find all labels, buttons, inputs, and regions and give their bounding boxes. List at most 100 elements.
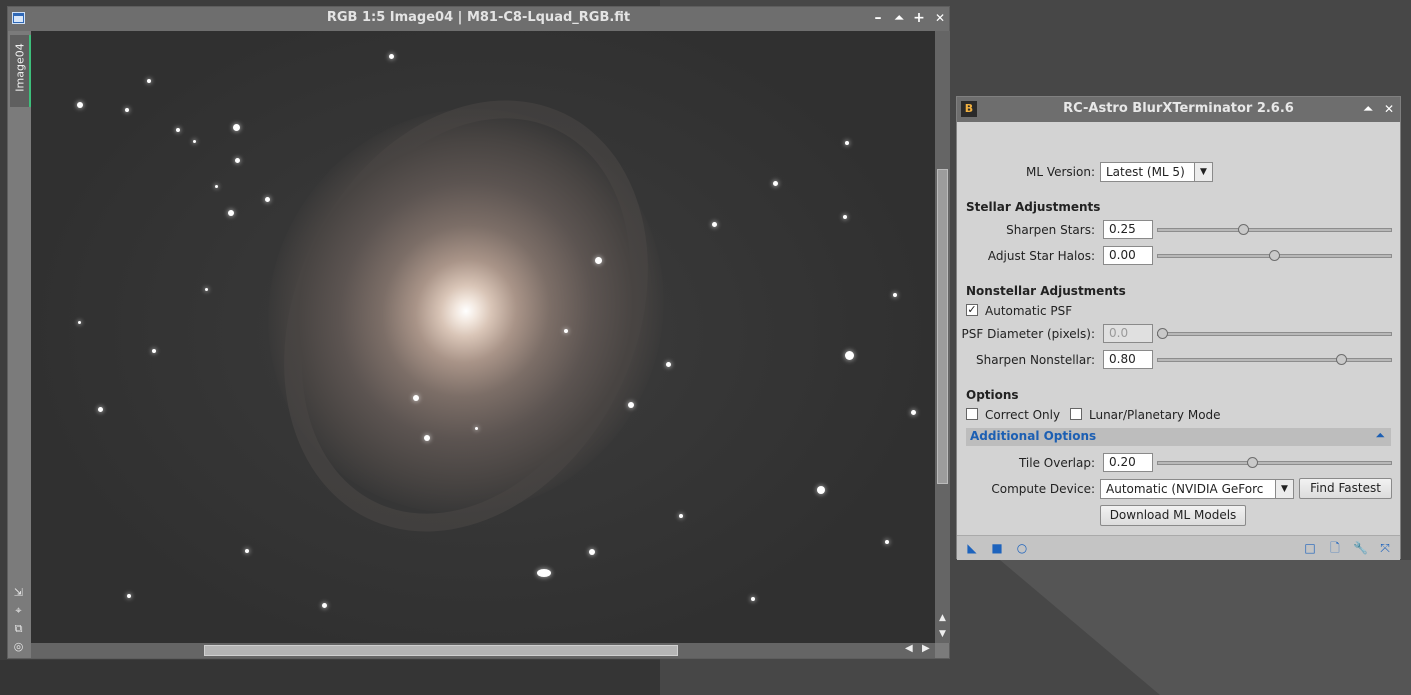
blurxterminator-panel: B RC-Astro BlurXTerminator 2.6.6 ⏶ ✕ ML … — [956, 96, 1401, 560]
ml-version-select[interactable]: Latest (ML 5) ▼ — [1100, 162, 1213, 182]
tab-image04[interactable]: Image04 — [10, 35, 31, 107]
correct-only-label: Correct Only — [985, 408, 1061, 422]
star — [147, 79, 151, 83]
star — [595, 257, 602, 264]
star — [389, 54, 394, 59]
compute-device-select[interactable]: Automatic (NVIDIA GeForc ▼ — [1100, 479, 1294, 499]
target-icon[interactable]: ◎ — [12, 641, 25, 653]
compute-device-label: Compute Device: — [991, 482, 1095, 496]
sharpen-stars-label: Sharpen Stars: — [1006, 223, 1095, 237]
star — [228, 210, 234, 216]
image-viewport[interactable] — [31, 31, 935, 643]
panel-titlebar[interactable]: B RC-Astro BlurXTerminator 2.6.6 ⏶ ✕ — [957, 97, 1400, 122]
apply-global-icon[interactable]: ■ — [990, 541, 1004, 555]
sharpen-stars-knob[interactable] — [1237, 224, 1249, 235]
options-heading: Options — [966, 388, 1019, 402]
panel-title: RC-Astro BlurXTerminator 2.6.6 — [1063, 101, 1294, 116]
vertical-scroll-thumb[interactable] — [937, 169, 948, 484]
automatic-psf-label: Automatic PSF — [985, 304, 1073, 318]
desktop-bottom — [0, 660, 660, 695]
vertical-scrollbar[interactable]: ▲ ▼ — [935, 31, 950, 643]
scroll-right-icon[interactable]: ▶ — [922, 643, 930, 654]
star — [205, 288, 208, 291]
close-icon[interactable]: ✕ — [932, 10, 948, 26]
star — [127, 594, 131, 598]
star — [215, 185, 218, 188]
star — [589, 549, 595, 555]
sharpen-nonstellar-input[interactable]: 0.80 — [1103, 350, 1153, 369]
automatic-psf-checkbox[interactable]: ✓ — [966, 304, 978, 316]
compute-device-value: Automatic (NVIDIA GeForc — [1106, 482, 1264, 496]
minimize-icon[interactable]: – — [870, 10, 886, 26]
galaxy-m81 — [191, 33, 741, 589]
adjust-halos-knob[interactable] — [1269, 250, 1280, 261]
psf-diameter-label: PSF Diameter (pixels): — [961, 327, 1095, 341]
preferences-icon[interactable]: 🔧 — [1353, 541, 1368, 555]
star — [564, 329, 568, 333]
find-fastest-button[interactable]: Find Fastest — [1299, 478, 1392, 499]
star — [475, 427, 478, 430]
star — [893, 293, 897, 297]
stellar-heading: Stellar Adjustments — [966, 200, 1101, 214]
star — [424, 435, 430, 441]
correct-only-checkbox[interactable] — [966, 408, 978, 420]
horizontal-scroll-thumb[interactable] — [204, 645, 678, 656]
panel-close-icon[interactable]: ✕ — [1381, 101, 1397, 117]
additional-options-header[interactable]: Additional Options ⏶ — [966, 428, 1391, 446]
panel-bottom-toolbar: ◣ ■ ○ □ 🗋 🔧 ⤧ — [957, 535, 1400, 560]
ml-version-value: Latest (ML 5) — [1106, 165, 1185, 179]
sharpen-stars-slider[interactable] — [1157, 224, 1392, 235]
star — [712, 222, 717, 227]
scroll-down-icon[interactable]: ▼ — [935, 629, 950, 639]
star — [845, 141, 849, 145]
panel-shade-icon[interactable]: ⏶ — [1360, 101, 1376, 117]
tile-overlap-slider[interactable] — [1157, 457, 1392, 468]
additional-options-label: Additional Options — [970, 429, 1097, 443]
adjust-halos-label: Adjust Star Halos: — [987, 249, 1095, 263]
star — [843, 215, 847, 219]
star — [235, 158, 240, 163]
star — [245, 549, 249, 553]
adjust-halos-input[interactable]: 0.00 — [1103, 246, 1153, 265]
shade-icon[interactable]: ⏶ — [891, 10, 907, 26]
lunar-planetary-label: Lunar/Planetary Mode — [1089, 408, 1221, 422]
reset-icon[interactable]: □ — [1303, 541, 1317, 555]
image-window: RGB 1:5 Image04 | M81-C8-Lquad_RGB.fit –… — [7, 6, 950, 659]
lunar-planetary-checkbox[interactable] — [1070, 408, 1082, 420]
star — [233, 124, 240, 131]
star — [152, 349, 156, 353]
apply-icon[interactable]: ○ — [1015, 541, 1029, 555]
download-ml-models-button[interactable]: Download ML Models — [1100, 505, 1246, 526]
sharpen-nonstellar-knob[interactable] — [1336, 354, 1348, 365]
star — [193, 140, 196, 143]
image-window-titlebar[interactable]: RGB 1:5 Image04 | M81-C8-Lquad_RGB.fit –… — [8, 7, 949, 31]
star — [77, 102, 83, 108]
star — [679, 514, 683, 518]
sharpen-nonstellar-label: Sharpen Nonstellar: — [976, 353, 1095, 367]
tile-overlap-knob[interactable] — [1246, 457, 1258, 468]
adjust-halos-slider[interactable] — [1157, 250, 1392, 261]
sharpen-stars-input[interactable]: 0.25 — [1103, 220, 1153, 239]
star — [628, 402, 634, 408]
psf-diameter-slider[interactable] — [1157, 328, 1392, 339]
fit-view-icon[interactable]: ⌖ — [12, 605, 25, 617]
star — [125, 108, 129, 112]
zoom-arrow-icon[interactable]: ⇲ — [12, 587, 25, 599]
scroll-up-icon[interactable]: ▲ — [935, 613, 950, 623]
psf-diameter-input[interactable]: 0.0 — [1103, 324, 1153, 343]
new-instance-icon[interactable]: ◣ — [965, 541, 979, 555]
scroll-left-icon[interactable]: ◀ — [905, 643, 913, 654]
tile-overlap-input[interactable]: 0.20 — [1103, 453, 1153, 472]
star — [817, 486, 825, 494]
expand-icon[interactable]: ⤧ — [1378, 541, 1392, 555]
star — [845, 351, 854, 360]
image-window-title: RGB 1:5 Image04 | M81-C8-Lquad_RGB.fit — [326, 10, 631, 25]
horizontal-scrollbar[interactable]: ◀ ▶ — [31, 643, 935, 658]
maximize-icon[interactable]: + — [911, 10, 927, 26]
sharpen-nonstellar-slider[interactable] — [1157, 354, 1392, 365]
psf-diameter-knob[interactable] — [1157, 328, 1168, 339]
star — [78, 321, 81, 324]
browse-doc-icon[interactable]: 🗋 — [1328, 541, 1342, 555]
collapse-up-icon[interactable]: ⏶ — [1375, 428, 1385, 443]
clone-icon[interactable]: ⧉ — [12, 623, 25, 635]
